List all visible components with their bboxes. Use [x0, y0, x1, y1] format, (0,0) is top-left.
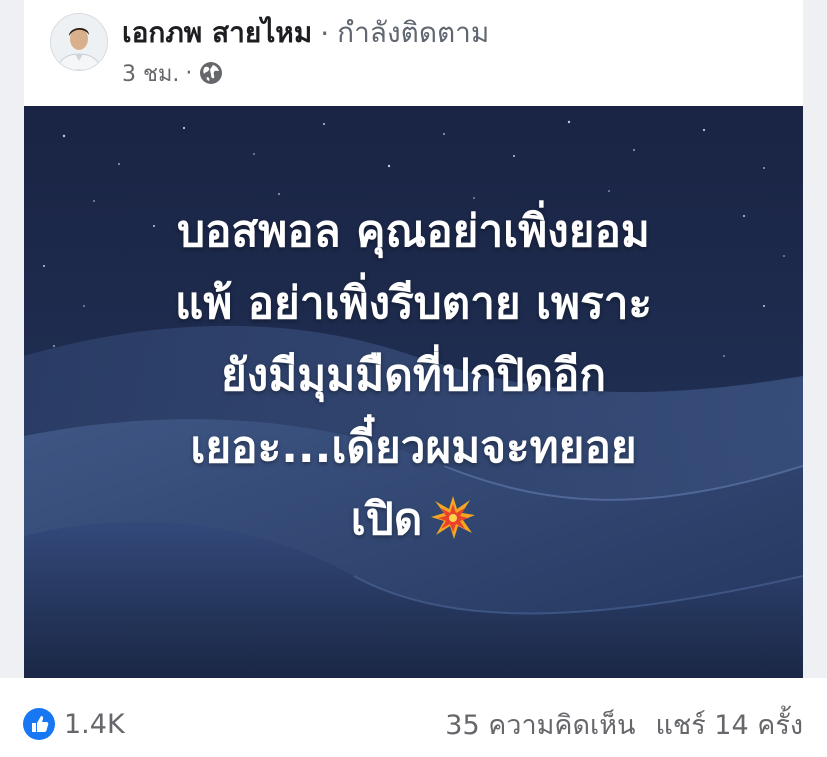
meta-separator: ·: [185, 60, 193, 86]
author-line: เอกภพ สายไหม · กำลังติดตาม: [122, 13, 489, 53]
post-text-line-3: ยังมีมุมมืดที่ปกปิดอีก: [221, 350, 606, 401]
post-text-line-1: บอสพอล คุณอย่าเพิ่งยอม: [177, 206, 650, 257]
post-image[interactable]: บอสพอล คุณอย่าเพิ่งยอม แพ้ อย่าเพิ่งรีบต…: [24, 106, 803, 678]
author-avatar[interactable]: [50, 13, 108, 71]
author-name[interactable]: เอกภพ สายไหม: [122, 11, 312, 55]
post-text-line-5-wrap: เปิด: [64, 484, 763, 556]
post-text-line-4: เยอะ...เดี๋ยวผมจะทยอย: [190, 422, 637, 473]
reaction-count: 1.4K: [64, 708, 125, 740]
follow-status[interactable]: กำลังติดตาม: [337, 11, 489, 55]
avatar-image: [51, 14, 107, 70]
post-header: เอกภพ สายไหม · กำลังติดตาม 3 ชม. ·: [24, 0, 803, 106]
collision-icon: [430, 490, 476, 539]
engagement-stats: 35 ความคิดเห็น แชร์ 14 ครั้ง: [445, 706, 803, 742]
globe-icon: [198, 60, 224, 86]
post-text: บอสพอล คุณอย่าเพิ่งยอม แพ้ อย่าเพิ่งรีบต…: [64, 196, 763, 556]
post-meta: 3 ชม. ·: [122, 57, 224, 89]
like-icon: [23, 708, 55, 740]
post-text-line-5: เปิด: [350, 494, 423, 545]
shares-count[interactable]: แชร์ 14 ครั้ง: [656, 703, 804, 746]
post-timestamp[interactable]: 3 ชม.: [122, 56, 179, 91]
reactions-summary[interactable]: 1.4K: [23, 706, 125, 742]
post-text-line-2: แพ้ อย่าเพิ่งรีบตาย เพราะ: [174, 278, 653, 329]
post-footer: 1.4K 35 ความคิดเห็น แชร์ 14 ครั้ง: [0, 678, 827, 757]
post-card: เอกภพ สายไหม · กำลังติดตาม 3 ชม. · บอสพอ…: [24, 0, 803, 678]
header-separator: ·: [320, 16, 330, 50]
comments-count[interactable]: 35 ความคิดเห็น: [445, 703, 635, 746]
